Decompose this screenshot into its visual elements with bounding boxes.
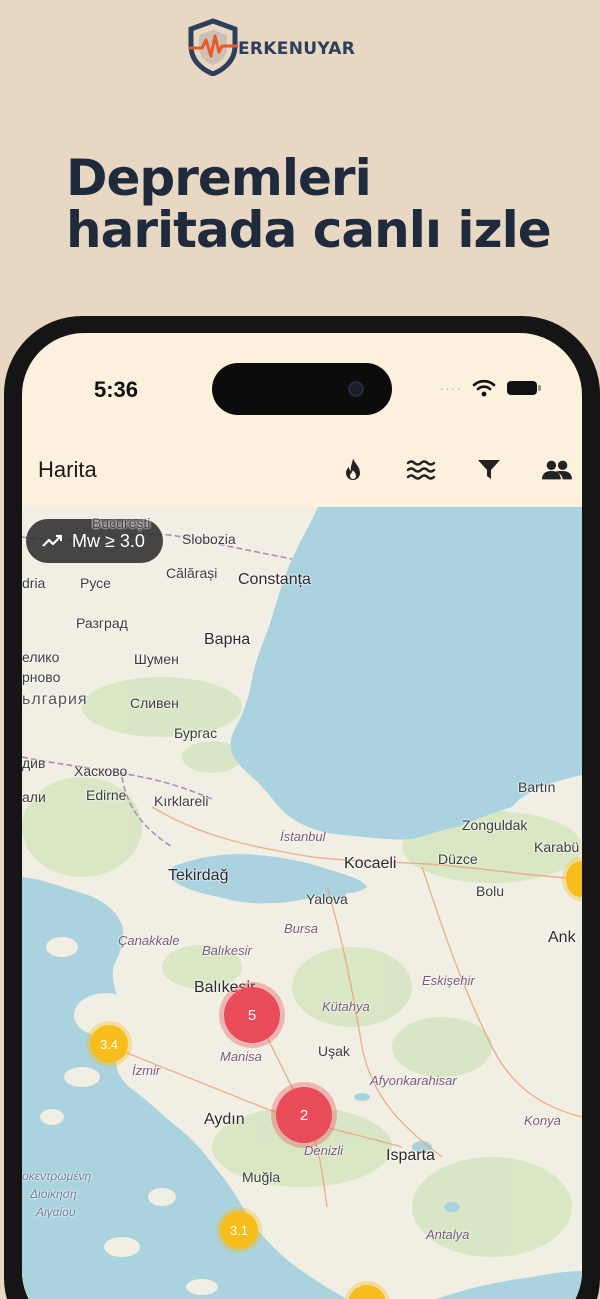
camera-icon [348,381,364,397]
earthquake-marker[interactable]: 3.4 [90,1025,128,1063]
status-indicators: ···· [439,379,542,397]
map-label-mugla: Muğla [242,1169,281,1185]
map-label-eskisehir: Eskişehir [422,973,475,988]
earthquake-marker[interactable]: 3.1 [220,1211,258,1249]
magnitude-filter-label: Mw ≥ 3.0 [72,530,145,551]
battery-icon [507,381,541,395]
map-label-bulgaria: ьлгария [22,691,88,708]
map-view[interactable]: Mw ≥ 3.0 București Slobozia Călărași Con… [22,507,582,1299]
map-label-denizli: Denizli [304,1143,344,1158]
map-label-varna: Варна [204,631,251,648]
map-label-afyonkarahisar: Afyonkarahisar [370,1073,457,1088]
map-label-lovech: елико [22,649,60,665]
map-label-ruse: Русе [80,575,111,591]
map-label-razgrad: Разград [76,615,128,631]
map-label-duzce: Düzce [438,851,478,867]
map-label-burgas: Бургас [174,725,218,741]
map-label-ankara: Ank [548,929,576,946]
map-label-bursa: Bursa [284,921,318,936]
map-label-sea-line-3: Αιγαίου [36,1205,76,1219]
map-label-sea-line-1: οκεντρωμένη [22,1169,92,1183]
map-label-bartin: Bartın [518,779,556,795]
map-label-calarasi: Călărași [166,565,218,581]
map-label-edirne: Edirne [86,787,127,803]
map-label-haskovo: Хасково [74,763,128,779]
dynamic-island [212,363,392,415]
map-label-izmir: İzmir [132,1063,161,1078]
map-label-isparta: Isparta [386,1147,435,1164]
page-title: Harita [38,457,97,482]
phone-screen: 5:36 ···· Harita Mw ≥ 3.0 București Slob… [22,333,582,1299]
map-label-rnovo: рново [22,669,61,685]
brand-header: ERKENUYAR [186,18,355,76]
headline-line-2: haritada canlı izle [66,201,552,259]
filter-icon[interactable] [474,455,504,485]
headline-line-1: Depremleri [66,149,372,207]
map-label-bucuresti: București [92,515,151,531]
waves-icon[interactable] [406,455,436,485]
map-label-kocaeli: Kocaeli [344,855,397,872]
earthquake-cluster[interactable]: 2 [276,1087,332,1143]
map-label-drja: dria [22,575,46,591]
map-label-istanbul: İstanbul [280,829,326,844]
map-label-balikesir-region: Balıkesir [202,943,252,958]
map-label-manisa: Manisa [220,1049,262,1064]
map-label-karabuk: Karabü [534,839,580,855]
signal-icon: ···· [439,380,462,396]
map-label-bolu: Bolu [476,883,505,899]
map-label-sea-line-2: Διοίκηση [30,1187,77,1201]
map-label-aydin: Aydın [204,1111,245,1128]
map-label-div: див [22,755,46,771]
people-icon[interactable] [542,455,572,485]
map-label-slobozia: Slobozia [182,531,236,547]
map-label-zonguldak: Zonguldak [462,817,528,833]
brand-name: ERKENUYAR [238,39,356,59]
map-label-ali: али [22,789,46,805]
fire-icon[interactable] [338,455,368,485]
shield-pulse-icon [188,18,238,76]
app-bar-actions [338,455,572,485]
map-label-konya: Konya [524,1113,561,1128]
map-label-kutahya: Kütahya [322,999,370,1014]
phone-frame: 5:36 ···· Harita Mw ≥ 3.0 București Slob… [4,316,600,1299]
wifi-icon [472,379,496,397]
headline: Depremleri haritada canlı izle [66,152,586,256]
app-bar: Harita [22,433,582,507]
map-label-canakkale: Çanakkale [118,933,180,948]
trend-icon [42,534,62,547]
earthquake-cluster[interactable]: 5 [224,987,280,1043]
map-label-antalya: Antalya [426,1227,470,1242]
map-label-constanta: Constanța [238,571,311,588]
map-label-shumen: Шумен [134,651,179,667]
map-label-tekirdag: Tekirdağ [168,867,229,884]
map-label-usak: Uşak [318,1043,350,1059]
status-time: 5:36 [94,377,139,402]
map-label-yalova: Yalova [306,891,348,907]
map-label-kirklareli: Kırklareli [154,793,209,809]
map-label-sliven: Сливен [130,695,179,711]
